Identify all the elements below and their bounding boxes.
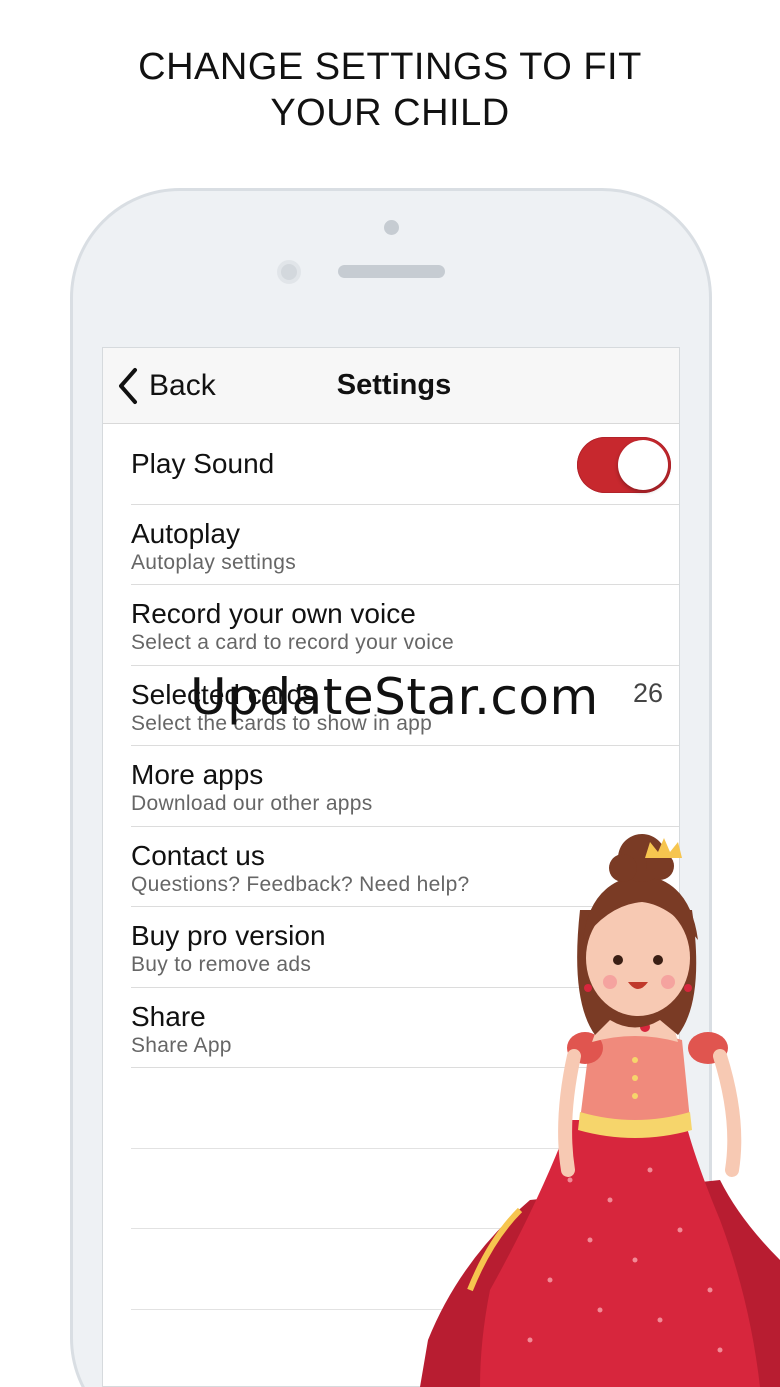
setting-subtitle: Share App: [131, 1033, 232, 1057]
back-button[interactable]: Back: [117, 362, 216, 410]
setting-title: Record your own voice: [131, 598, 416, 629]
proximity-sensor: [384, 220, 399, 235]
setting-title: Buy pro version: [131, 920, 326, 951]
chevron-left-icon: [117, 367, 139, 405]
setting-record-voice[interactable]: Record your own voice Select a card to r…: [131, 585, 679, 666]
setting-play-sound: Play Sound: [131, 424, 679, 505]
setting-subtitle: Download our other apps: [131, 792, 373, 815]
promo-headline-line1: CHANGE SETTINGS TO FIT: [138, 46, 642, 88]
back-label: Back: [149, 369, 216, 402]
promo-headline: CHANGE SETTINGS TO FIT YOUR CHILD: [0, 44, 780, 136]
princess-illustration: [420, 834, 780, 1387]
setting-subtitle: Autoplay settings: [131, 550, 297, 574]
selected-cards-count: 26: [632, 677, 663, 708]
setting-autoplay[interactable]: Autoplay Autoplay settings: [131, 505, 679, 585]
promo-headline-line2: YOUR CHILD: [270, 92, 510, 134]
navigation-bar: Settings Back: [103, 348, 679, 424]
setting-title: Play Sound: [131, 448, 275, 479]
toggle-knob: [618, 440, 668, 490]
play-sound-toggle[interactable]: [577, 437, 671, 493]
setting-title: Autoplay: [131, 517, 240, 549]
earpiece-speaker: [338, 265, 445, 278]
setting-title: Contact us: [131, 839, 265, 871]
setting-title: Share: [131, 1000, 206, 1032]
setting-subtitle: Select a card to record your voice: [131, 631, 455, 654]
watermark: UpdateStar.com: [190, 668, 599, 726]
setting-subtitle: Questions? Feedback? Need help?: [131, 872, 470, 896]
setting-subtitle: Buy to remove ads: [131, 953, 312, 976]
setting-more-apps[interactable]: More apps Download our other apps: [131, 746, 679, 827]
front-camera-icon: [277, 260, 301, 284]
setting-title: More apps: [131, 759, 264, 790]
